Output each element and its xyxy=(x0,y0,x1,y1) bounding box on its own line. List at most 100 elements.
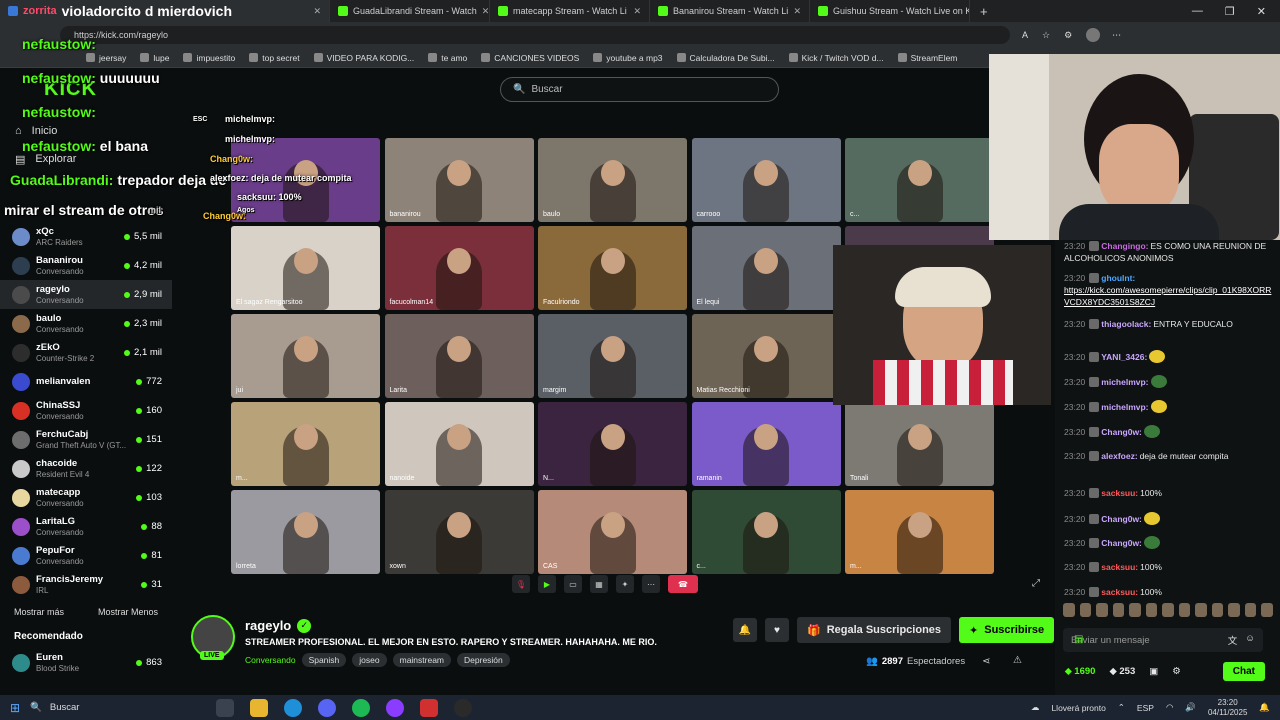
video-tile[interactable]: Tonali xyxy=(845,402,994,486)
chat-send-button[interactable]: Chat xyxy=(1222,661,1265,681)
video-tile[interactable]: margim xyxy=(538,314,687,398)
emote-icon[interactable] xyxy=(1228,603,1240,617)
video-tile[interactable]: facucolman14 xyxy=(384,226,534,310)
chat-username[interactable]: thiagoolack: xyxy=(1101,319,1151,329)
browser-tab[interactable]: matecapp Stream - Watch Li ✕ xyxy=(490,0,650,22)
chat-username[interactable]: alexfoez: xyxy=(1101,451,1137,461)
sidebar-channel-item[interactable]: rageylo Conversando 2,9 mil xyxy=(0,280,172,309)
chat-link[interactable]: https://kick.com/awesomepierre/clips/cli… xyxy=(1064,284,1274,308)
chat-settings-icon[interactable]: ▤ xyxy=(1074,634,1083,645)
more-menu-icon[interactable]: ⋯ xyxy=(1112,30,1121,41)
emote-icon[interactable] xyxy=(1261,603,1273,617)
browser-tab[interactable]: zorrita violadorcito d mierdovich ✕ xyxy=(0,0,330,22)
sidebar-channel-item[interactable]: ChinaSSJ Conversando 160 xyxy=(0,396,172,425)
bookmark-item[interactable]: Calculadora De Subi... xyxy=(676,53,775,63)
emote-icon[interactable] xyxy=(1178,603,1191,617)
notification-bell-button[interactable]: 🔔 xyxy=(733,618,757,642)
video-tile[interactable]: m... xyxy=(231,402,380,486)
video-tile[interactable]: xown xyxy=(384,490,534,574)
notifications-icon[interactable]: 🔔 xyxy=(1259,702,1270,713)
bookmark-item[interactable]: Kick / Twitch VOD d... xyxy=(788,53,884,63)
bookmark-item[interactable]: jeersay xyxy=(86,53,126,63)
taskbar-search[interactable]: 🔍 Buscar xyxy=(30,702,200,713)
chat-username[interactable]: YANI_3426: xyxy=(1101,352,1147,362)
read-aloud-icon[interactable]: A xyxy=(1022,30,1028,40)
bookmark-item[interactable]: VIDEO PARA KODIG... xyxy=(313,53,414,63)
chat-username[interactable]: sacksuu: xyxy=(1101,587,1138,597)
tag-chip[interactable]: mainstream xyxy=(392,653,452,667)
task-view-icon[interactable] xyxy=(216,698,235,717)
store-icon[interactable]: ▣ xyxy=(1149,666,1158,677)
video-tile[interactable]: bananirou xyxy=(384,138,534,222)
translate-icon[interactable]: 文 xyxy=(1228,633,1238,647)
clock[interactable]: 23:20 04/11/2025 xyxy=(1208,698,1247,718)
bookmark-item[interactable]: youtube a mp3 xyxy=(593,53,663,63)
browser-tab[interactable]: Guishuu Stream - Watch Live on Ki✕ xyxy=(810,0,970,22)
category-link[interactable]: Conversando xyxy=(245,655,296,665)
emote-icon[interactable] xyxy=(1063,603,1075,617)
settings-icon[interactable]: ⚙ xyxy=(1172,666,1181,677)
chat-username[interactable]: Chang0w: xyxy=(1101,514,1142,524)
share-icon[interactable]: ⋖ xyxy=(982,656,990,667)
wifi-icon[interactable]: ◠ xyxy=(1166,702,1173,713)
emote-icon[interactable] xyxy=(1096,603,1108,617)
screen-share-icon[interactable]: ▭ xyxy=(564,575,582,593)
video-tile[interactable]: nanoide xyxy=(384,402,534,486)
bookmark-item[interactable]: impuestito xyxy=(183,53,235,63)
sidebar-channel-item[interactable]: zEkO Counter-Strike 2 2,1 mil xyxy=(0,338,172,367)
bookmark-item[interactable]: top secret xyxy=(249,53,300,63)
sidebar-channel-item[interactable]: FrancisJeremy IRL 31 xyxy=(0,570,172,599)
tag-chip[interactable]: joseo xyxy=(352,653,387,667)
video-tile[interactable]: c... xyxy=(691,490,841,574)
favorite-star-icon[interactable]: ☆ xyxy=(1042,30,1050,41)
video-tile[interactable]: carrooo xyxy=(691,138,841,222)
emote-icon[interactable] xyxy=(1244,603,1257,617)
chat-username[interactable]: sacksuu: xyxy=(1101,562,1138,572)
video-tile[interactable]: El sagaz Rengarsitoo xyxy=(231,226,380,310)
close-tab-icon[interactable]: ✕ xyxy=(633,6,641,17)
bookmark-item[interactable]: StreamElem xyxy=(897,53,957,63)
browser-tab[interactable]: Bananirou Stream - Watch Li ✕ xyxy=(650,0,810,22)
chat-username[interactable]: Changingo: xyxy=(1101,241,1148,251)
windows-start-icon[interactable]: ⊞ xyxy=(10,701,20,715)
maximize-icon[interactable]: ❐ xyxy=(1225,5,1235,18)
follow-heart-button[interactable]: ♥ xyxy=(765,618,789,642)
emote-icon[interactable] xyxy=(1112,603,1125,617)
sidebar-channel-item[interactable]: matecapp Conversando 103 xyxy=(0,483,172,512)
fullscreen-icon[interactable]: ⤢ xyxy=(1032,578,1040,589)
emote-icon[interactable] xyxy=(1145,603,1158,617)
mic-muted-icon[interactable]: 🎙 xyxy=(512,575,530,593)
report-icon[interactable]: ⚠ xyxy=(1013,655,1022,666)
chevron-up-icon[interactable]: ⌃ xyxy=(1118,702,1125,713)
sidebar-channel-item[interactable]: melianvalen 772 xyxy=(0,367,172,396)
tag-chip[interactable]: Depresión xyxy=(457,653,510,667)
chat-username[interactable]: Chang0w: xyxy=(1101,427,1142,437)
emote-icon[interactable] xyxy=(1162,603,1174,617)
sidebar-channel-item[interactable]: Euren Blood Strike 863 xyxy=(0,648,172,677)
video-tile[interactable]: lorreta xyxy=(231,490,380,574)
subscribe-button[interactable]: ✦ Suscribirse xyxy=(959,617,1055,643)
video-tile[interactable]: CAS xyxy=(538,490,687,574)
video-tile[interactable]: jui xyxy=(231,314,380,398)
video-tile[interactable]: baulo xyxy=(538,138,687,222)
gift-subs-button[interactable]: 🎁 Regala Suscripciones xyxy=(797,617,952,643)
hang-up-button[interactable]: ☎ xyxy=(668,575,698,593)
bookmark-item[interactable]: te amo xyxy=(428,53,467,63)
bookmark-item[interactable]: CANCIONES VIDEOS xyxy=(481,53,579,63)
sidebar-channel-item[interactable]: LaritaLG Conversando 88 xyxy=(0,512,172,541)
video-tile[interactable]: c... xyxy=(845,138,994,222)
video-tile[interactable]: Larita xyxy=(384,314,534,398)
chat-username[interactable]: michelmvp: xyxy=(1101,402,1148,412)
video-tile[interactable]: Matias Recchioni xyxy=(691,314,841,398)
tag-chip[interactable]: Spanish xyxy=(301,653,347,667)
chat-username[interactable]: sacksuu: xyxy=(1101,488,1138,498)
browser-tab[interactable]: GuadaLibrandi Stream - Watch ✕ xyxy=(330,0,490,22)
emoji-icon[interactable]: ☺ xyxy=(1245,633,1255,647)
sidebar-channel-item[interactable]: chacoide Resident Evil 4 122 xyxy=(0,454,172,483)
close-tab-icon[interactable]: ✕ xyxy=(313,6,321,17)
close-tab-icon[interactable]: ✕ xyxy=(793,6,801,17)
video-tile[interactable]: Faculriondo xyxy=(538,226,687,310)
grid-view-icon[interactable]: ▦ xyxy=(590,575,608,593)
channel-name[interactable]: rageylo xyxy=(245,618,291,633)
new-tab-button[interactable]: + xyxy=(970,4,998,19)
